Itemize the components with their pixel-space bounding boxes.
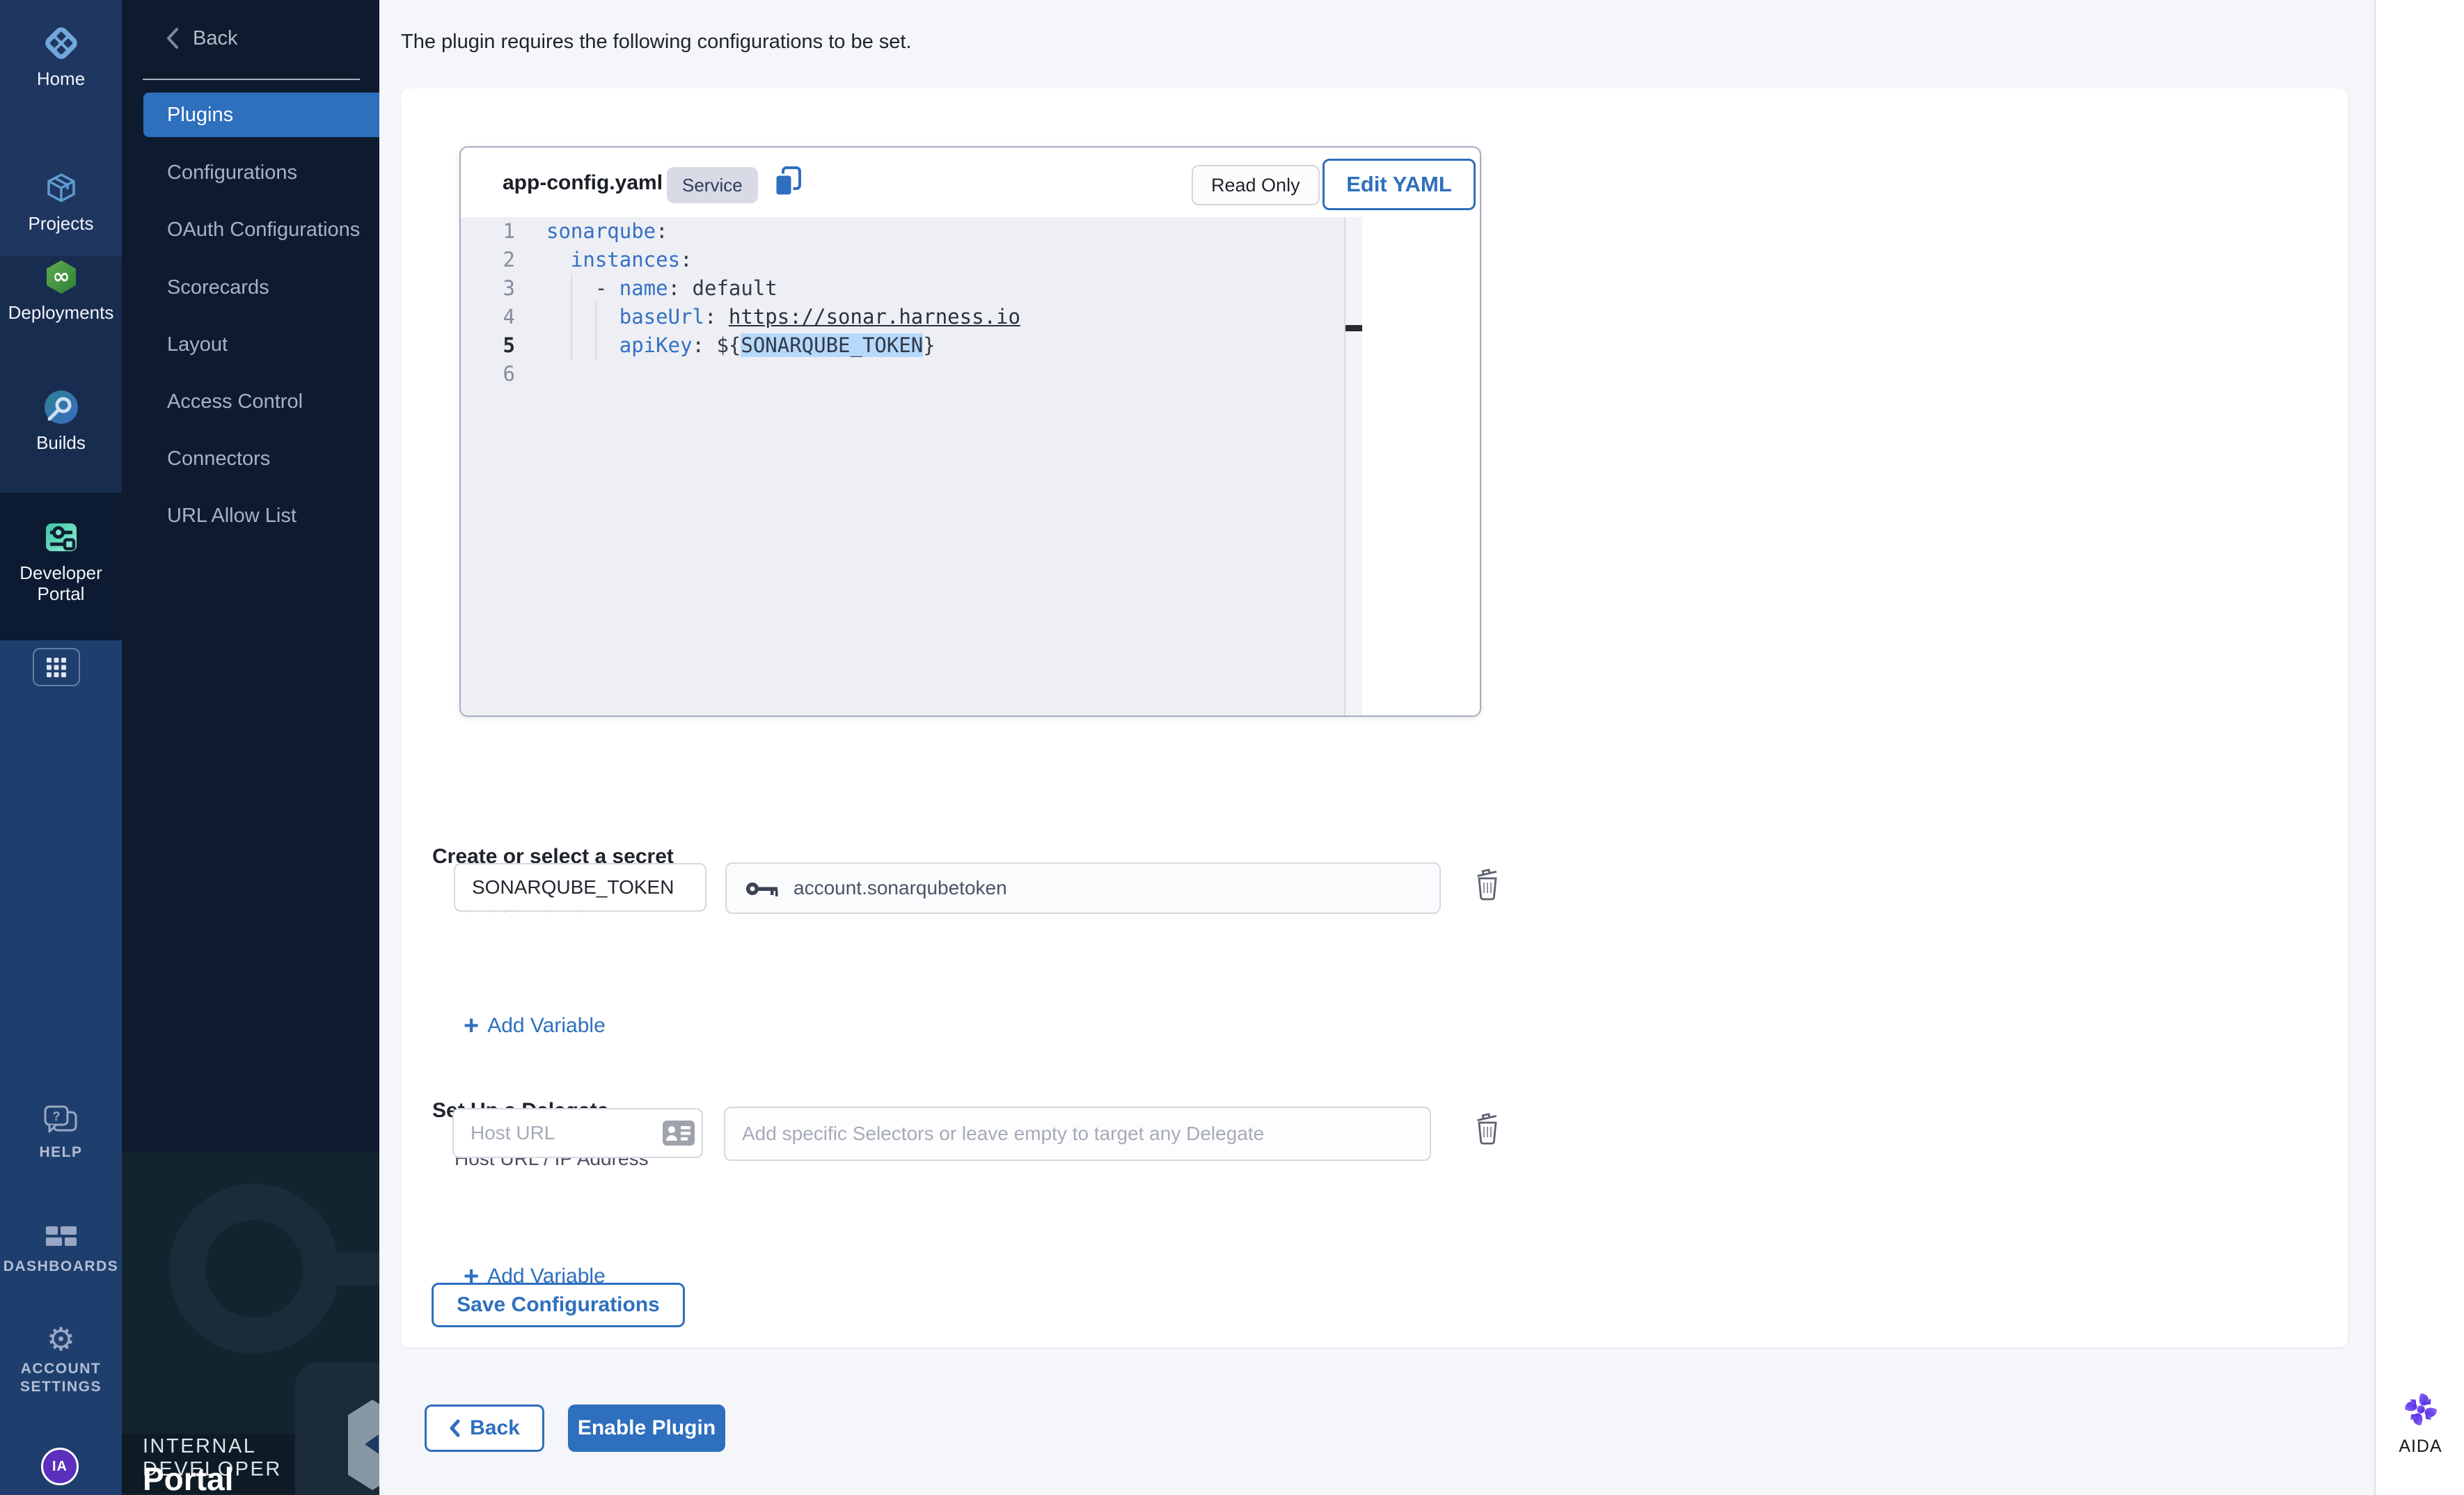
- app-window: Home Projects ∞ Deployments: [0, 0, 2464, 1495]
- rail-item-help[interactable]: ? HELP: [0, 1105, 122, 1162]
- sidebar-item-connectors[interactable]: Connectors: [167, 446, 376, 471]
- sidebar-brand-area: INTERNAL DEVELOPER Portal: [122, 1153, 379, 1495]
- sidebar-item-layout[interactable]: Layout: [167, 332, 376, 357]
- code-line: 3 - name: default: [461, 274, 1362, 303]
- secret-reference-value: account.sonarqubetoken: [793, 864, 1007, 912]
- delegate-selectors-input[interactable]: [724, 1107, 1431, 1161]
- fixed-value-icon[interactable]: [663, 1121, 695, 1149]
- edit-yaml-button[interactable]: Edit YAML: [1322, 159, 1476, 210]
- sidebar-item-scorecards[interactable]: Scorecards: [167, 275, 376, 300]
- sidebar-item-url-allow-list[interactable]: URL Allow List: [167, 503, 376, 528]
- rail-label-developer-portal: Developer Portal: [0, 562, 122, 604]
- cube-icon: [42, 168, 81, 207]
- plus-icon: +: [464, 1013, 479, 1039]
- footer-back-button[interactable]: Back: [425, 1405, 544, 1452]
- line-number: 5: [461, 331, 515, 360]
- harness-logo-icon: [42, 24, 81, 63]
- variable-name-input[interactable]: [454, 863, 706, 912]
- code-line: 2 instances:: [461, 246, 1362, 274]
- read-only-button[interactable]: Read Only: [1192, 165, 1320, 205]
- yaml-filename: app-config.yaml: [503, 171, 663, 195]
- key-icon: [745, 878, 781, 899]
- rail-label-home: Home: [0, 68, 122, 89]
- svg-text:∞: ∞: [52, 264, 70, 289]
- yaml-code-editor[interactable]: 1 sonarqube: 2 instances: 3 - name: defa…: [461, 217, 1362, 717]
- module-rail: Home Projects ∞ Deployments: [0, 0, 122, 1495]
- rail-item-home[interactable]: Home: [0, 24, 122, 89]
- enable-plugin-button[interactable]: Enable Plugin: [568, 1405, 725, 1452]
- aida-dock: AIDA: [2374, 0, 2464, 1495]
- svg-text:?: ?: [52, 1109, 60, 1123]
- rail-label-builds: Builds: [0, 432, 122, 453]
- plugin-config-note: The plugin requires the following config…: [401, 31, 912, 54]
- chevron-left-icon: [165, 26, 180, 50]
- rail-item-deployments[interactable]: ∞ Deployments: [0, 258, 122, 323]
- sidebar-item-plugins[interactable]: Plugins: [143, 93, 379, 137]
- brand-line-bottom: Portal: [143, 1460, 233, 1495]
- rail-label-dashboards: DASHBOARDS: [0, 1258, 122, 1276]
- save-configurations-button[interactable]: Save Configurations: [432, 1283, 685, 1327]
- line-number: 6: [461, 360, 515, 388]
- delete-variable-button[interactable]: [1473, 866, 1503, 905]
- help-chat-icon: ?: [44, 1105, 79, 1136]
- rail-item-dashboards[interactable]: DASHBOARDS: [0, 1225, 122, 1276]
- line-number: 4: [461, 303, 515, 331]
- developer-portal-icon: [42, 518, 81, 557]
- rail-item-developer-portal[interactable]: Developer Portal: [0, 518, 122, 604]
- sidebar-back-label: Back: [193, 27, 237, 50]
- sidebar-item-oauth-configurations[interactable]: OAuth Configurations: [167, 217, 376, 242]
- code-line: 1 sonarqube:: [461, 217, 1362, 246]
- builds-scope-icon: [42, 388, 81, 427]
- editor-scrollbar[interactable]: [1344, 217, 1362, 717]
- rail-item-account-settings[interactable]: ⚙ ACCOUNT SETTINGS: [0, 1322, 122, 1396]
- delete-delegate-row-button[interactable]: [1473, 1110, 1503, 1150]
- chevron-left-icon: [449, 1419, 460, 1437]
- settings-sidebar: Back Plugins Configurations OAuth Config…: [122, 0, 379, 1495]
- code-line: 4 baseUrl: https://sonar.harness.io: [461, 303, 1362, 331]
- sidebar-item-configurations[interactable]: Configurations: [167, 160, 376, 185]
- rail-label-projects: Projects: [0, 213, 122, 234]
- copy-icon[interactable]: [773, 166, 805, 203]
- code-line: 6: [461, 360, 1362, 388]
- secret-reference-field[interactable]: account.sonarqubetoken: [725, 862, 1441, 914]
- overview-ruler-mark: [1345, 325, 1362, 331]
- code-line: 5 apiKey: ${SONARQUBE_TOKEN}: [461, 331, 1362, 360]
- decor-ring: [169, 1184, 339, 1354]
- sidebar-item-access-control[interactable]: Access Control: [167, 389, 376, 414]
- rail-label-deployments: Deployments: [0, 302, 122, 323]
- yaml-editor-card: app-config.yaml Service Read Only Edit Y…: [459, 146, 1481, 717]
- rail-item-builds[interactable]: Builds: [0, 388, 122, 453]
- sidebar-divider: [143, 79, 360, 80]
- line-number: 1: [461, 217, 515, 246]
- main-content: The plugin requires the following config…: [379, 0, 2374, 1495]
- rail-label-account-settings: ACCOUNT SETTINGS: [0, 1360, 122, 1396]
- service-chip: Service: [667, 167, 758, 203]
- decor-bar: [322, 1253, 379, 1285]
- apps-grid-icon: [46, 657, 67, 678]
- apps-grid-button[interactable]: [33, 648, 80, 686]
- aida-icon[interactable]: [2403, 1392, 2438, 1430]
- deployments-infinity-icon: ∞: [42, 258, 81, 296]
- rail-item-projects[interactable]: Projects: [0, 168, 122, 234]
- sidebar-back-button[interactable]: Back: [165, 26, 237, 50]
- aida-label: AIDA: [2376, 1437, 2464, 1457]
- user-avatar[interactable]: IA: [41, 1448, 79, 1485]
- gear-icon: ⚙: [47, 1320, 75, 1358]
- configuration-card: app-config.yaml Service Read Only Edit Y…: [401, 88, 2348, 1347]
- add-variable-button-secret[interactable]: + Add Variable: [464, 1013, 606, 1039]
- line-number: 2: [461, 246, 515, 274]
- dashboards-icon: [46, 1225, 77, 1250]
- line-number: 3: [461, 274, 515, 303]
- rail-label-help: HELP: [0, 1144, 122, 1162]
